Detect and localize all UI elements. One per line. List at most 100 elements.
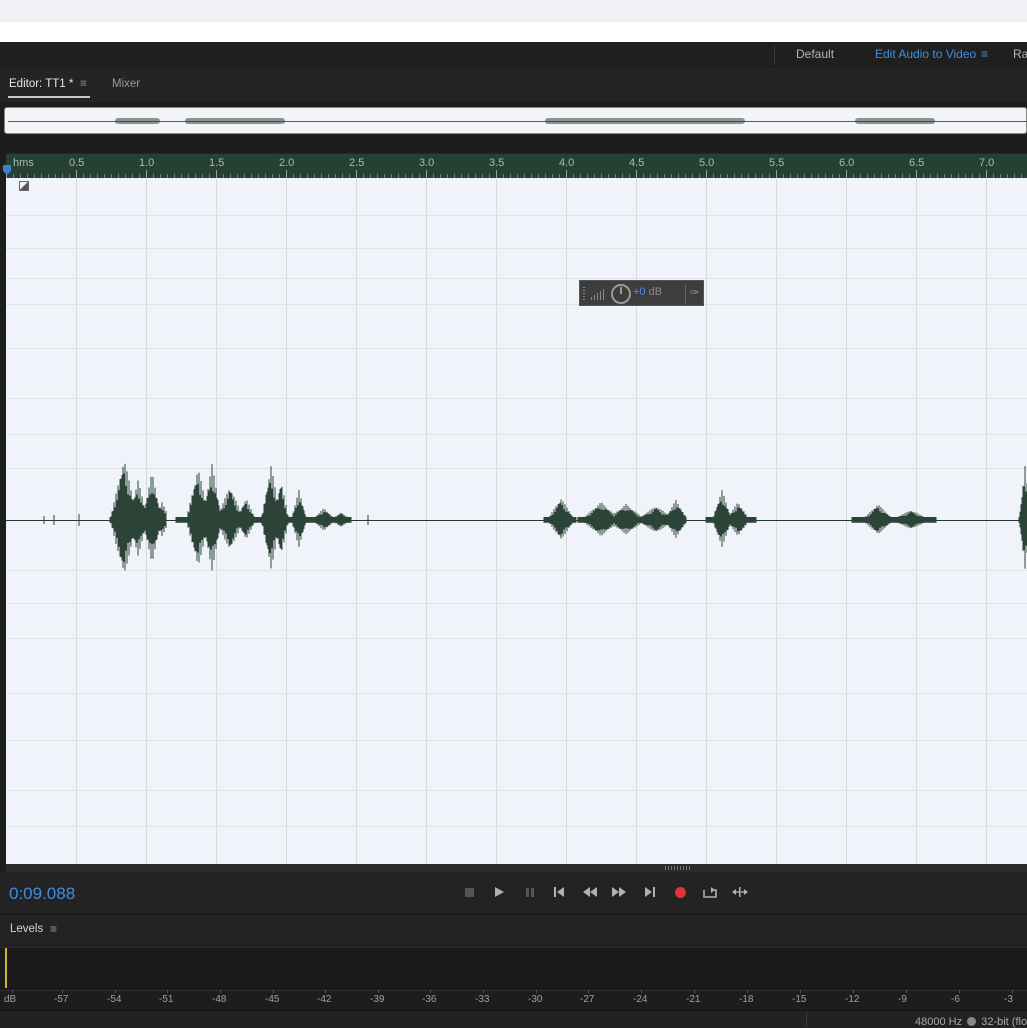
db-scale-label: -18: [739, 994, 754, 1005]
ruler-tick-label: 2.5: [349, 157, 365, 169]
volume-hud[interactable]: +0 dB ✑: [579, 280, 704, 306]
loop-icon[interactable]: [699, 882, 721, 902]
tab-mixer[interactable]: Mixer: [112, 78, 140, 90]
status-bar: [0, 1010, 1027, 1028]
db-scale-tick: [12, 990, 13, 993]
db-scale-tick: [694, 990, 695, 993]
workspace-bar: Default Edit Audio to Video ≡ Rad: [0, 42, 1027, 69]
ruler-tick-label: 2.0: [279, 157, 295, 169]
pause-icon[interactable]: [519, 882, 541, 902]
move-to-start-icon[interactable]: [548, 882, 570, 902]
levels-peak-cursor: [5, 948, 7, 988]
status-dot-icon: [967, 1017, 977, 1026]
bit-depth: 32-bit (flo: [981, 1016, 1027, 1028]
scrollbar-grip[interactable]: [665, 866, 691, 870]
ruler-tick-label: 1.0: [139, 157, 155, 169]
db-scale-tick: [378, 990, 379, 993]
ruler-tick-label: 4.5: [629, 157, 645, 169]
toolbar-area: [0, 22, 1027, 42]
timecode-display[interactable]: 0:09.088: [9, 884, 75, 904]
db-scale-tick: [430, 990, 431, 993]
fade-in-handle[interactable]: [19, 181, 29, 191]
db-scale-tick: [325, 990, 326, 993]
volume-bars-icon: [591, 289, 604, 300]
workspace-radio[interactable]: Rad: [1013, 47, 1027, 61]
levels-panel-header: [0, 914, 1027, 947]
overview-waveform-segment: [545, 118, 745, 124]
db-scale-tick: [906, 990, 907, 993]
workspace-menu-icon[interactable]: ≡: [981, 47, 988, 61]
db-scale-label: -54: [107, 994, 122, 1005]
tab-editor[interactable]: Editor: TT1 *: [9, 78, 73, 90]
workspace-edit-audio-to-video[interactable]: Edit Audio to Video: [875, 47, 976, 61]
overview-waveform-segment: [185, 118, 285, 124]
waveform-editor[interactable]: [6, 178, 1027, 864]
db-scale-label: -27: [580, 994, 595, 1005]
overview-waveform-segment: [855, 118, 935, 124]
db-scale-label: -42: [317, 994, 332, 1005]
db-scale-label: -24: [633, 994, 648, 1005]
ruler-tick-label: 0.5: [69, 157, 85, 169]
db-scale-label: -57: [54, 994, 69, 1005]
transport-bar: [0, 872, 1027, 914]
db-scale-label: -39: [370, 994, 385, 1005]
ruler-start-label: hms: [13, 157, 34, 169]
db-scale-label: -6: [951, 994, 960, 1005]
workspace-divider: [774, 45, 775, 65]
ruler-tick-label: 1.5: [209, 157, 225, 169]
fast-forward-icon[interactable]: [608, 882, 630, 902]
db-scale-label: -45: [265, 994, 280, 1005]
ruler-tick-label: 6.5: [909, 157, 925, 169]
status-divider: [806, 1012, 807, 1026]
db-scale-tick: [747, 990, 748, 993]
stop-icon[interactable]: [458, 882, 480, 902]
levels-title[interactable]: Levels: [10, 923, 43, 935]
hud-divider: [685, 284, 686, 303]
levels-meter: [0, 947, 1027, 991]
pin-icon[interactable]: ✑: [690, 286, 699, 299]
volume-value[interactable]: +0 dB: [633, 286, 662, 298]
db-scale-label: -30: [528, 994, 543, 1005]
db-scale-tick: [62, 990, 63, 993]
db-scale-label: dB: [4, 994, 17, 1005]
hud-grip[interactable]: [583, 287, 585, 301]
db-scale-label: -33: [475, 994, 490, 1005]
db-scale-tick: [536, 990, 537, 993]
volume-knob-icon[interactable]: [611, 284, 631, 304]
levels-menu-icon[interactable]: ≡: [50, 922, 57, 936]
db-scale-label: -3: [1004, 994, 1013, 1005]
db-scale-tick: [220, 990, 221, 993]
move-to-end-icon[interactable]: [639, 882, 661, 902]
horizontal-scrollbar[interactable]: [6, 864, 1027, 872]
ruler-tick-label: 4.0: [559, 157, 575, 169]
rewind-icon[interactable]: [579, 882, 601, 902]
play-icon[interactable]: [488, 882, 510, 902]
tab-menu-icon[interactable]: ≡: [80, 78, 87, 90]
db-scale-tick: [800, 990, 801, 993]
sample-rate: 48000 Hz: [915, 1016, 963, 1028]
waveform-graphic: [43, 463, 1027, 571]
db-scale-label: -36: [422, 994, 437, 1005]
db-scale-tick: [167, 990, 168, 993]
active-tab-indicator: [8, 96, 90, 98]
ruler-tick-label: 3.0: [419, 157, 435, 169]
db-scale-tick: [1012, 990, 1013, 993]
workspace-default[interactable]: Default: [796, 47, 834, 61]
time-ruler[interactable]: hms 0.5 1.0 1.5 2.0 2.5 3.0 3.5 4.0 4.5 5.0 5.5 6.0…: [6, 153, 1027, 179]
db-scale-tick: [853, 990, 854, 993]
status-format: 48000 Hz 32-bit (flo: [915, 1016, 1027, 1028]
db-scale-tick: [115, 990, 116, 993]
top-blank-area: [0, 0, 1027, 22]
skip-selection-icon[interactable]: [729, 882, 751, 902]
db-scale-tick: [959, 990, 960, 993]
editor-tab-bar: Editor: TT1 * ≡ Mixer: [0, 68, 1027, 102]
record-icon[interactable]: [669, 882, 691, 902]
db-scale-label: -48: [212, 994, 227, 1005]
ruler-tick-label: 7.0: [979, 157, 995, 169]
db-scale-tick: [273, 990, 274, 993]
ruler-tick-label: 3.5: [489, 157, 505, 169]
db-scale-label: -21: [686, 994, 701, 1005]
db-scale-tick: [588, 990, 589, 993]
ruler-tick-label: 5.5: [769, 157, 785, 169]
db-scale-tick: [641, 990, 642, 993]
